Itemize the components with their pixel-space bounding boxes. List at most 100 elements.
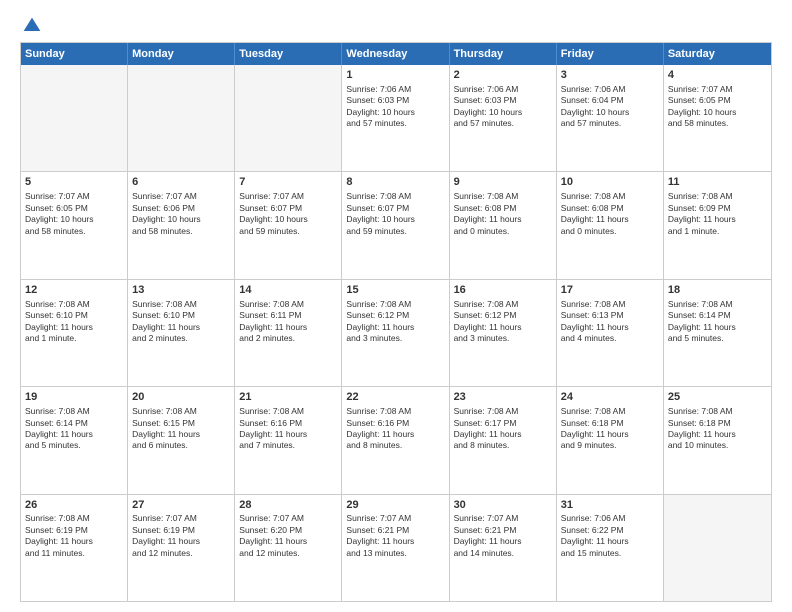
day-info: Sunrise: 7:08 AMSunset: 6:16 PMDaylight:…	[239, 406, 337, 452]
day-number: 14	[239, 283, 337, 298]
day-info: Sunrise: 7:08 AMSunset: 6:18 PMDaylight:…	[561, 406, 659, 452]
sunrise-text: Sunrise: 7:08 AM	[561, 191, 626, 201]
sunset-text: Sunset: 6:05 PM	[25, 203, 88, 213]
day-number: 10	[561, 175, 659, 190]
calendar-cell: 24Sunrise: 7:08 AMSunset: 6:18 PMDayligh…	[557, 387, 664, 493]
day-info: Sunrise: 7:06 AMSunset: 6:03 PMDaylight:…	[454, 84, 552, 130]
day-info: Sunrise: 7:07 AMSunset: 6:06 PMDaylight:…	[132, 191, 230, 237]
header-day-sunday: Sunday	[21, 43, 128, 65]
calendar-cell: 28Sunrise: 7:07 AMSunset: 6:20 PMDayligh…	[235, 495, 342, 601]
calendar-body: 1Sunrise: 7:06 AMSunset: 6:03 PMDaylight…	[21, 65, 771, 601]
sunset-text: Sunset: 6:22 PM	[561, 525, 624, 535]
sunrise-text: Sunrise: 7:07 AM	[132, 191, 197, 201]
sunrise-text: Sunrise: 7:08 AM	[668, 406, 733, 416]
sunrise-text: Sunrise: 7:08 AM	[561, 406, 626, 416]
day-number: 21	[239, 390, 337, 405]
day-info: Sunrise: 7:08 AMSunset: 6:12 PMDaylight:…	[346, 299, 444, 345]
day-number: 4	[668, 68, 767, 83]
daylight-text: Daylight: 11 hoursand 7 minutes.	[239, 429, 307, 450]
header-day-monday: Monday	[128, 43, 235, 65]
daylight-text: Daylight: 11 hoursand 3 minutes.	[346, 322, 414, 343]
sunrise-text: Sunrise: 7:08 AM	[132, 406, 197, 416]
calendar-row-4: 26Sunrise: 7:08 AMSunset: 6:19 PMDayligh…	[21, 495, 771, 601]
day-number: 25	[668, 390, 767, 405]
sunset-text: Sunset: 6:03 PM	[346, 95, 409, 105]
sunset-text: Sunset: 6:12 PM	[454, 310, 517, 320]
sunrise-text: Sunrise: 7:06 AM	[561, 513, 626, 523]
daylight-text: Daylight: 11 hoursand 2 minutes.	[132, 322, 200, 343]
sunset-text: Sunset: 6:15 PM	[132, 418, 195, 428]
sunrise-text: Sunrise: 7:08 AM	[454, 299, 519, 309]
calendar-cell: 23Sunrise: 7:08 AMSunset: 6:17 PMDayligh…	[450, 387, 557, 493]
calendar-cell	[128, 65, 235, 171]
day-info: Sunrise: 7:07 AMSunset: 6:19 PMDaylight:…	[132, 513, 230, 559]
calendar-cell	[21, 65, 128, 171]
day-info: Sunrise: 7:08 AMSunset: 6:10 PMDaylight:…	[132, 299, 230, 345]
calendar-cell: 4Sunrise: 7:07 AMSunset: 6:05 PMDaylight…	[664, 65, 771, 171]
sunset-text: Sunset: 6:13 PM	[561, 310, 624, 320]
day-number: 28	[239, 498, 337, 513]
sunrise-text: Sunrise: 7:07 AM	[239, 191, 304, 201]
sunrise-text: Sunrise: 7:07 AM	[132, 513, 197, 523]
day-info: Sunrise: 7:08 AMSunset: 6:07 PMDaylight:…	[346, 191, 444, 237]
calendar-cell	[235, 65, 342, 171]
calendar-cell: 30Sunrise: 7:07 AMSunset: 6:21 PMDayligh…	[450, 495, 557, 601]
header-day-thursday: Thursday	[450, 43, 557, 65]
calendar-cell: 22Sunrise: 7:08 AMSunset: 6:16 PMDayligh…	[342, 387, 449, 493]
sunrise-text: Sunrise: 7:07 AM	[454, 513, 519, 523]
day-info: Sunrise: 7:07 AMSunset: 6:05 PMDaylight:…	[25, 191, 123, 237]
sunset-text: Sunset: 6:08 PM	[561, 203, 624, 213]
sunrise-text: Sunrise: 7:06 AM	[346, 84, 411, 94]
calendar-cell: 14Sunrise: 7:08 AMSunset: 6:11 PMDayligh…	[235, 280, 342, 386]
calendar-cell: 5Sunrise: 7:07 AMSunset: 6:05 PMDaylight…	[21, 172, 128, 278]
day-info: Sunrise: 7:08 AMSunset: 6:08 PMDaylight:…	[454, 191, 552, 237]
sunset-text: Sunset: 6:05 PM	[668, 95, 731, 105]
day-number: 19	[25, 390, 123, 405]
calendar-cell: 29Sunrise: 7:07 AMSunset: 6:21 PMDayligh…	[342, 495, 449, 601]
daylight-text: Daylight: 11 hoursand 8 minutes.	[454, 429, 522, 450]
sunrise-text: Sunrise: 7:08 AM	[25, 406, 90, 416]
calendar-cell: 15Sunrise: 7:08 AMSunset: 6:12 PMDayligh…	[342, 280, 449, 386]
sunrise-text: Sunrise: 7:08 AM	[668, 191, 733, 201]
calendar-header: SundayMondayTuesdayWednesdayThursdayFrid…	[21, 43, 771, 65]
sunset-text: Sunset: 6:18 PM	[561, 418, 624, 428]
day-info: Sunrise: 7:07 AMSunset: 6:21 PMDaylight:…	[454, 513, 552, 559]
day-info: Sunrise: 7:08 AMSunset: 6:14 PMDaylight:…	[668, 299, 767, 345]
day-number: 3	[561, 68, 659, 83]
sunset-text: Sunset: 6:11 PM	[239, 310, 301, 320]
calendar-cell: 6Sunrise: 7:07 AMSunset: 6:06 PMDaylight…	[128, 172, 235, 278]
sunset-text: Sunset: 6:03 PM	[454, 95, 517, 105]
day-number: 8	[346, 175, 444, 190]
day-number: 7	[239, 175, 337, 190]
sunset-text: Sunset: 6:06 PM	[132, 203, 195, 213]
day-number: 9	[454, 175, 552, 190]
calendar-cell: 12Sunrise: 7:08 AMSunset: 6:10 PMDayligh…	[21, 280, 128, 386]
sunrise-text: Sunrise: 7:08 AM	[346, 299, 411, 309]
day-number: 12	[25, 283, 123, 298]
daylight-text: Daylight: 10 hoursand 58 minutes.	[668, 107, 737, 128]
calendar-cell: 1Sunrise: 7:06 AMSunset: 6:03 PMDaylight…	[342, 65, 449, 171]
day-info: Sunrise: 7:08 AMSunset: 6:14 PMDaylight:…	[25, 406, 123, 452]
day-number: 11	[668, 175, 767, 190]
day-number: 20	[132, 390, 230, 405]
sunrise-text: Sunrise: 7:07 AM	[25, 191, 90, 201]
calendar-cell: 8Sunrise: 7:08 AMSunset: 6:07 PMDaylight…	[342, 172, 449, 278]
day-number: 27	[132, 498, 230, 513]
day-info: Sunrise: 7:07 AMSunset: 6:05 PMDaylight:…	[668, 84, 767, 130]
day-info: Sunrise: 7:08 AMSunset: 6:08 PMDaylight:…	[561, 191, 659, 237]
calendar-row-0: 1Sunrise: 7:06 AMSunset: 6:03 PMDaylight…	[21, 65, 771, 172]
day-number: 16	[454, 283, 552, 298]
sunset-text: Sunset: 6:20 PM	[239, 525, 302, 535]
daylight-text: Daylight: 11 hoursand 5 minutes.	[25, 429, 93, 450]
sunrise-text: Sunrise: 7:08 AM	[239, 299, 304, 309]
daylight-text: Daylight: 11 hoursand 12 minutes.	[239, 536, 307, 557]
sunset-text: Sunset: 6:19 PM	[132, 525, 195, 535]
daylight-text: Daylight: 11 hoursand 8 minutes.	[346, 429, 414, 450]
day-number: 30	[454, 498, 552, 513]
calendar-cell: 25Sunrise: 7:08 AMSunset: 6:18 PMDayligh…	[664, 387, 771, 493]
day-info: Sunrise: 7:07 AMSunset: 6:21 PMDaylight:…	[346, 513, 444, 559]
day-number: 26	[25, 498, 123, 513]
daylight-text: Daylight: 10 hoursand 57 minutes.	[454, 107, 523, 128]
day-info: Sunrise: 7:08 AMSunset: 6:18 PMDaylight:…	[668, 406, 767, 452]
day-info: Sunrise: 7:08 AMSunset: 6:11 PMDaylight:…	[239, 299, 337, 345]
